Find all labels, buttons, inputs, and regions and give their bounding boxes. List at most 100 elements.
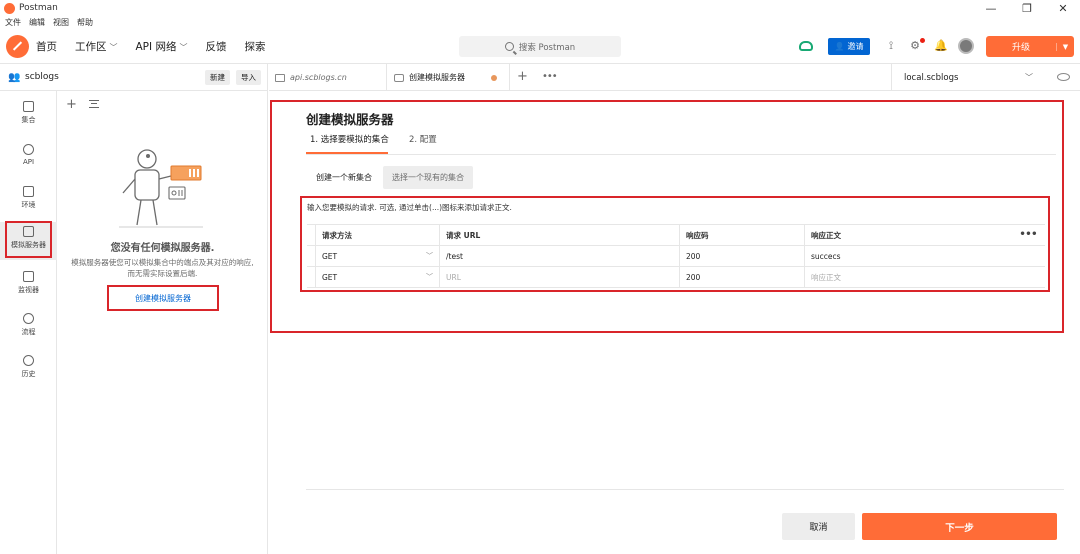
table-row: GET ﹀ /test 200 succecs (307, 246, 1045, 267)
nav-explore[interactable]: 探索 (244, 39, 265, 54)
upgrade-label: 升级 (1011, 43, 1030, 53)
menu-file[interactable]: 文件 (5, 17, 21, 30)
tab-file-icon (275, 73, 285, 82)
close-icon[interactable]: ✕ (1056, 2, 1070, 15)
nav-workspaces-label: 工作区 (75, 41, 107, 53)
segment-existing-collection[interactable]: 选择一个现有的集合 (383, 166, 473, 189)
status-code-input[interactable]: 200 (679, 267, 804, 288)
nav-api-network[interactable]: API 网络 ﹀ (136, 39, 188, 54)
nav-home[interactable]: 首页 (36, 39, 57, 54)
workspace-name[interactable]: scblogs (25, 72, 59, 82)
rail-item-api[interactable]: API (0, 140, 57, 178)
sync-icon[interactable] (799, 41, 813, 51)
create-mock-server-link[interactable]: 创建模拟服务器 (107, 285, 219, 311)
table-header-row: 请求方法 请求 URL 响应码 响应正文 ••• (307, 225, 1045, 246)
tab-label: api.scblogs.cn (290, 73, 347, 82)
main-nav: 首页 工作区 ﹀ API 网络 ﹀ 反馈 探索 (36, 39, 265, 54)
response-body-input[interactable]: succecs (804, 246, 1045, 267)
monitor-icon (23, 271, 34, 282)
next-button[interactable]: 下一步 (862, 513, 1057, 540)
rail-item-environments[interactable]: 环境 (0, 182, 57, 220)
eye-icon[interactable] (1057, 73, 1070, 81)
history-icon (23, 355, 34, 366)
new-button[interactable]: 新建 (205, 70, 230, 85)
url-input[interactable]: URL (439, 267, 679, 288)
nav-workspaces[interactable]: 工作区 ﹀ (75, 39, 118, 54)
chevron-down-icon: ﹀ (109, 43, 118, 52)
postman-logo-icon[interactable] (6, 35, 29, 58)
tab-create-mock-server[interactable]: 创建模拟服务器 (394, 64, 465, 91)
api-icon (23, 144, 34, 155)
more-tabs-icon[interactable]: ••• (542, 71, 558, 82)
environment-select[interactable]: local.scblogs ﹀ (891, 64, 1043, 91)
page-title: 创建模拟服务器 (306, 112, 394, 127)
flows-icon (23, 313, 34, 324)
chevron-down-icon: ﹀ (1025, 73, 1033, 82)
segment-new-collection[interactable]: 创建一个新集合 (307, 166, 381, 189)
menu-bar: 文件 编辑 视图 帮助 (0, 17, 93, 30)
maximize-icon[interactable]: ❐ (1020, 2, 1034, 15)
empty-state-title: 您没有任何模拟服务器. (110, 243, 215, 254)
rail-item-flows[interactable]: 流程 (0, 309, 57, 347)
chevron-down-icon: ﹀ (426, 273, 433, 281)
more-options-icon[interactable]: ••• (1019, 225, 1037, 244)
mock-server-icon (394, 73, 404, 82)
rail-item-label: 历史 (21, 370, 36, 378)
title-bar: Postman — ❐ ✕ (0, 0, 1080, 17)
new-tab-plus-icon[interactable]: + (517, 69, 528, 84)
filter-icon[interactable] (89, 100, 99, 108)
tab-api-scblogs[interactable]: api.scblogs.cn (275, 64, 347, 91)
sidebar-panel: + 您没有任何模拟服务器. 模拟服务器使您可以模拟集合中的端点及其对应的响应, … (57, 91, 268, 554)
postman-logo-icon (4, 3, 15, 14)
method-select[interactable]: GET ﹀ (315, 246, 439, 267)
avatar[interactable] (958, 38, 974, 54)
rail-item-label: 监视器 (18, 286, 39, 294)
upgrade-button[interactable]: 升级 ▼ (986, 36, 1074, 57)
app-header: 首页 工作区 ﹀ API 网络 ﹀ 反馈 探索 搜索 Postman 👤 邀请 ⟟ … (0, 30, 1080, 64)
satellite-icon[interactable]: ⟟ (885, 40, 897, 52)
invite-button[interactable]: 👤 邀请 (828, 38, 870, 55)
response-body-input[interactable]: 响应正文 (804, 267, 1045, 288)
method-select[interactable]: GET ﹀ (315, 267, 439, 288)
step-configure[interactable]: 2. 配置 (409, 133, 437, 145)
nav-feedback[interactable]: 反馈 (205, 39, 226, 54)
import-button[interactable]: 导入 (236, 70, 261, 85)
menu-help[interactable]: 帮助 (77, 17, 93, 30)
unsaved-dot (491, 75, 497, 81)
rail-item-label: 集合 (21, 116, 36, 124)
column-header: 请求 URL (439, 225, 679, 246)
minimize-icon[interactable]: — (984, 2, 998, 15)
table-hint: 输入您要模拟的请求. 可选, 通过单击(...)图标来添加请求正文. (307, 203, 512, 212)
nav-api-network-label: API 网络 (135, 41, 177, 53)
divider (306, 489, 1064, 490)
bell-icon[interactable]: 🔔 (934, 40, 948, 52)
column-header: 请求方法 (315, 225, 439, 246)
request-table: 请求方法 请求 URL 响应码 响应正文 ••• GET ﹀ /test 200… (307, 224, 1045, 288)
search-icon (504, 42, 514, 51)
step-select-collection[interactable]: 1. 选择要模拟的集合 (310, 133, 389, 145)
environment-icon (23, 186, 34, 197)
chevron-down-icon[interactable]: ▼ (1056, 42, 1074, 51)
search-input[interactable]: 搜索 Postman (459, 36, 621, 57)
status-code-input[interactable]: 200 (679, 246, 804, 267)
column-header: 响应正文 (804, 225, 1045, 246)
team-icon: 👥 (8, 72, 21, 83)
notification-dot (920, 38, 925, 43)
menu-view[interactable]: 视图 (53, 17, 69, 30)
cancel-button[interactable]: 取消 (782, 513, 855, 540)
gear-icon[interactable]: ⚙ (909, 40, 921, 52)
highlight-box (5, 221, 52, 258)
window-controls: — ❐ ✕ (984, 0, 1070, 17)
tab-divider (509, 64, 510, 91)
tab-bar: api.scblogs.cn 创建模拟服务器 + ••• local.scblo… (269, 64, 1080, 91)
tab-divider (386, 64, 387, 91)
add-plus-icon[interactable]: + (66, 97, 77, 112)
column-header: 响应码 (679, 225, 804, 246)
rail-item-monitors[interactable]: 监视器 (0, 267, 57, 305)
menu-edit[interactable]: 编辑 (29, 17, 45, 30)
rail-item-history[interactable]: 历史 (0, 351, 57, 389)
rail-item-collections[interactable]: 集合 (0, 97, 57, 135)
method-value: GET (322, 273, 338, 282)
divider (306, 154, 1056, 155)
url-input[interactable]: /test (439, 246, 679, 267)
